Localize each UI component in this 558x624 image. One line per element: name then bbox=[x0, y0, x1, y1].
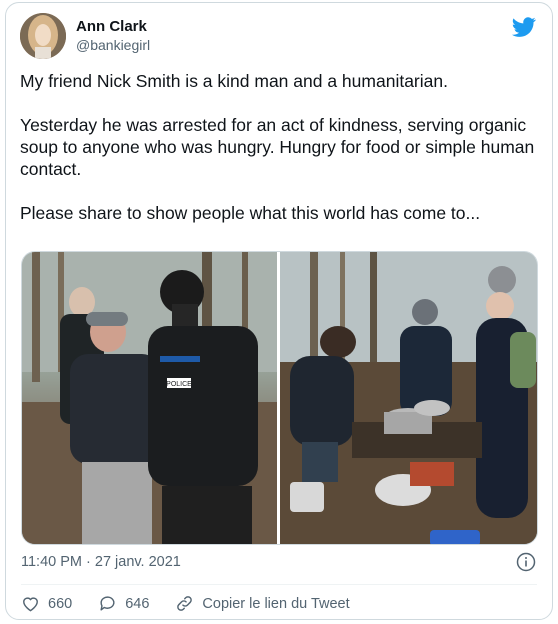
photo-soup-kitchen[interactable] bbox=[280, 252, 537, 544]
like-count: 660 bbox=[48, 595, 73, 612]
reply-button[interactable]: 646 bbox=[98, 594, 149, 613]
author-name[interactable]: Ann Clark bbox=[76, 18, 147, 35]
tweet-actions: 660 646 Copier le lien du Tweet bbox=[21, 594, 350, 613]
copy-link-button[interactable]: Copier le lien du Tweet bbox=[175, 594, 350, 613]
avatar[interactable] bbox=[20, 13, 66, 59]
twitter-bird-icon[interactable] bbox=[512, 15, 536, 39]
reply-icon bbox=[100, 596, 115, 611]
author-handle[interactable]: @bankiegirl bbox=[76, 37, 150, 53]
tweet-timestamp[interactable]: 11:40 PM · 27 janv. 2021 bbox=[21, 554, 181, 570]
photo-arrest[interactable]: POLICE bbox=[22, 252, 277, 544]
info-icon[interactable] bbox=[516, 552, 536, 572]
divider bbox=[21, 584, 537, 585]
tweet-text: My friend Nick Smith is a kind man and a… bbox=[20, 70, 540, 224]
copy-link-label: Copier le lien du Tweet bbox=[202, 595, 350, 612]
reply-count: 646 bbox=[125, 595, 150, 612]
tweet-paragraph: My friend Nick Smith is a kind man and a… bbox=[20, 71, 448, 91]
tweet-card: Ann Clark @bankiegirl My friend Nick Smi… bbox=[5, 2, 553, 620]
tweet-paragraph: Yesterday he was arrested for an act of … bbox=[20, 115, 535, 179]
tweet-paragraph: Please share to show people what this wo… bbox=[20, 203, 481, 223]
tweet-media: POLICE bbox=[21, 251, 538, 545]
like-button[interactable]: 660 bbox=[21, 594, 72, 613]
link-icon bbox=[177, 596, 193, 611]
police-label: POLICE bbox=[166, 381, 192, 388]
heart-icon bbox=[23, 597, 38, 612]
